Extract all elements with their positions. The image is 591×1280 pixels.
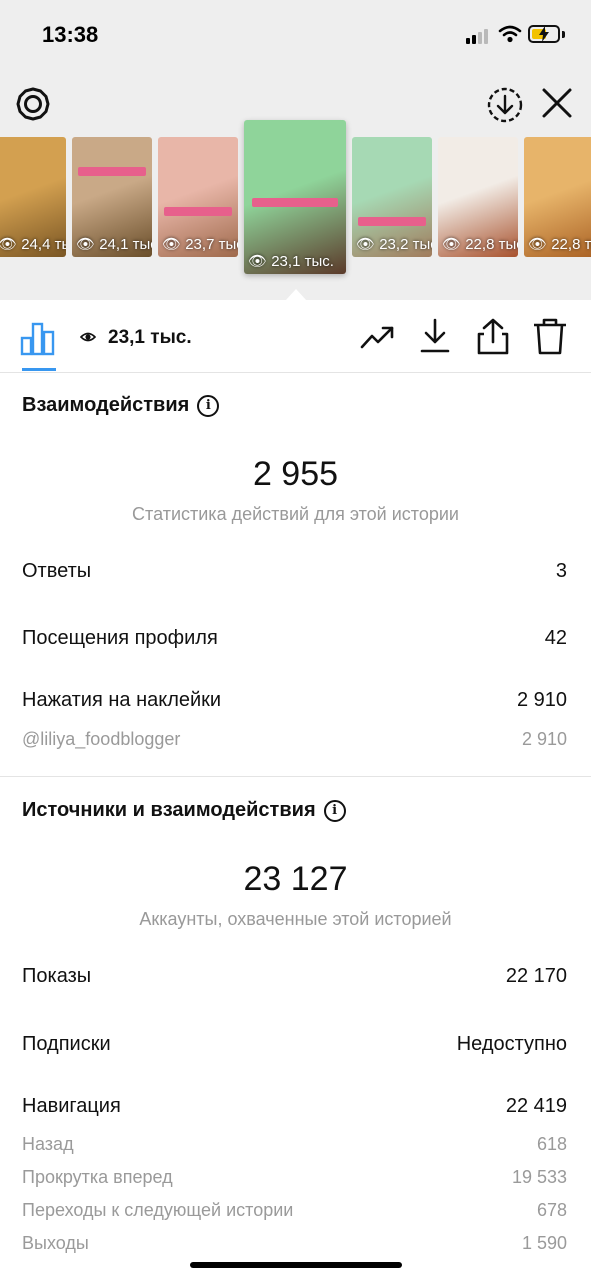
wifi-icon [498,25,522,43]
stat-row-next-story: Переходы к следующей истории 678 [22,1200,567,1220]
thumbnail-views: 24,1 тыс. [99,236,152,253]
share-icon[interactable] [476,318,510,356]
cellular-signal-icon [466,28,494,44]
stat-row-profile-visits: Посещения профиля 42 [22,627,567,649]
trash-icon[interactable] [532,318,568,356]
active-tab-underline [22,368,56,371]
story-thumbnail[interactable]: 👁 22,8 тыс. [524,137,591,257]
story-thumbnail-strip[interactable]: 👁 24,4 тыс. 👁 24,1 тыс. 👁 23,7 тыс. 👁 23… [0,120,591,280]
story-thumbnail[interactable]: 👁 22,8 тыс. [438,137,518,257]
section-divider [0,776,591,777]
trending-icon[interactable] [360,324,396,350]
save-story-icon[interactable] [486,86,524,124]
close-icon[interactable] [540,86,574,120]
story-archive-header: 13:38 👁 24,4 тыс. 👁 24,1 тыс. [0,0,591,300]
thumbnail-views: 23,2 тыс. [379,236,432,253]
info-icon[interactable]: i [323,800,346,822]
discovery-title: Источники и взаимодействия i [22,799,346,822]
bar-chart-icon[interactable] [20,320,56,356]
thumbnail-views: 23,1 тыс. [271,253,334,270]
download-icon[interactable] [420,318,450,354]
stat-row-replies: Ответы 3 [22,560,567,582]
stat-row-follows: Подписки Недоступно [22,1033,567,1055]
story-thumbnail-selected[interactable]: 👁 23,1 тыс. [244,120,346,274]
charging-bolt-icon [539,26,549,42]
stat-row-navigation: Навигация 22 419 [22,1095,567,1117]
discovery-caption: Аккаунты, охваченные этой историей [139,909,452,929]
info-icon[interactable]: i [197,395,220,417]
thumbnail-views: 22,8 тыс. [465,236,518,253]
story-thumbnail[interactable]: 👁 24,4 тыс. [0,137,66,257]
discovery-total: 23 127 [243,860,348,898]
stat-row-back: Назад 618 [22,1134,567,1154]
eye-icon [80,332,96,342]
stat-row-sticker-taps: Нажатия на наклейки 2 910 [22,689,567,711]
stat-row-exits: Выходы 1 590 [22,1233,567,1253]
stat-row-impressions: Показы 22 170 [22,965,567,987]
story-thumbnail[interactable]: 👁 23,2 тыс. [352,137,432,257]
views-count: 23,1 тыс. [108,327,192,348]
interactions-caption: Статистика действий для этой истории [132,504,459,524]
thumbnail-views: 24,4 тыс. [21,236,66,253]
home-indicator [190,1262,402,1268]
insights-toolbar: 23,1 тыс. [0,300,591,373]
stat-row-sticker-mention: @liliya_foodblogger 2 910 [22,729,567,749]
story-thumbnail[interactable]: 👁 24,1 тыс. [72,137,152,257]
interactions-title: Взаимодействия i [22,394,220,417]
gear-icon[interactable] [15,86,51,122]
story-thumbnail[interactable]: 👁 23,7 тыс. [158,137,238,257]
stat-row-forward: Прокрутка вперед 19 533 [22,1167,567,1187]
interactions-total: 2 955 [252,455,339,493]
thumbnail-views: 23,7 тыс. [185,236,238,253]
status-time: 13:38 [42,22,99,47]
thumbnail-views: 22,8 тыс. [551,236,591,253]
